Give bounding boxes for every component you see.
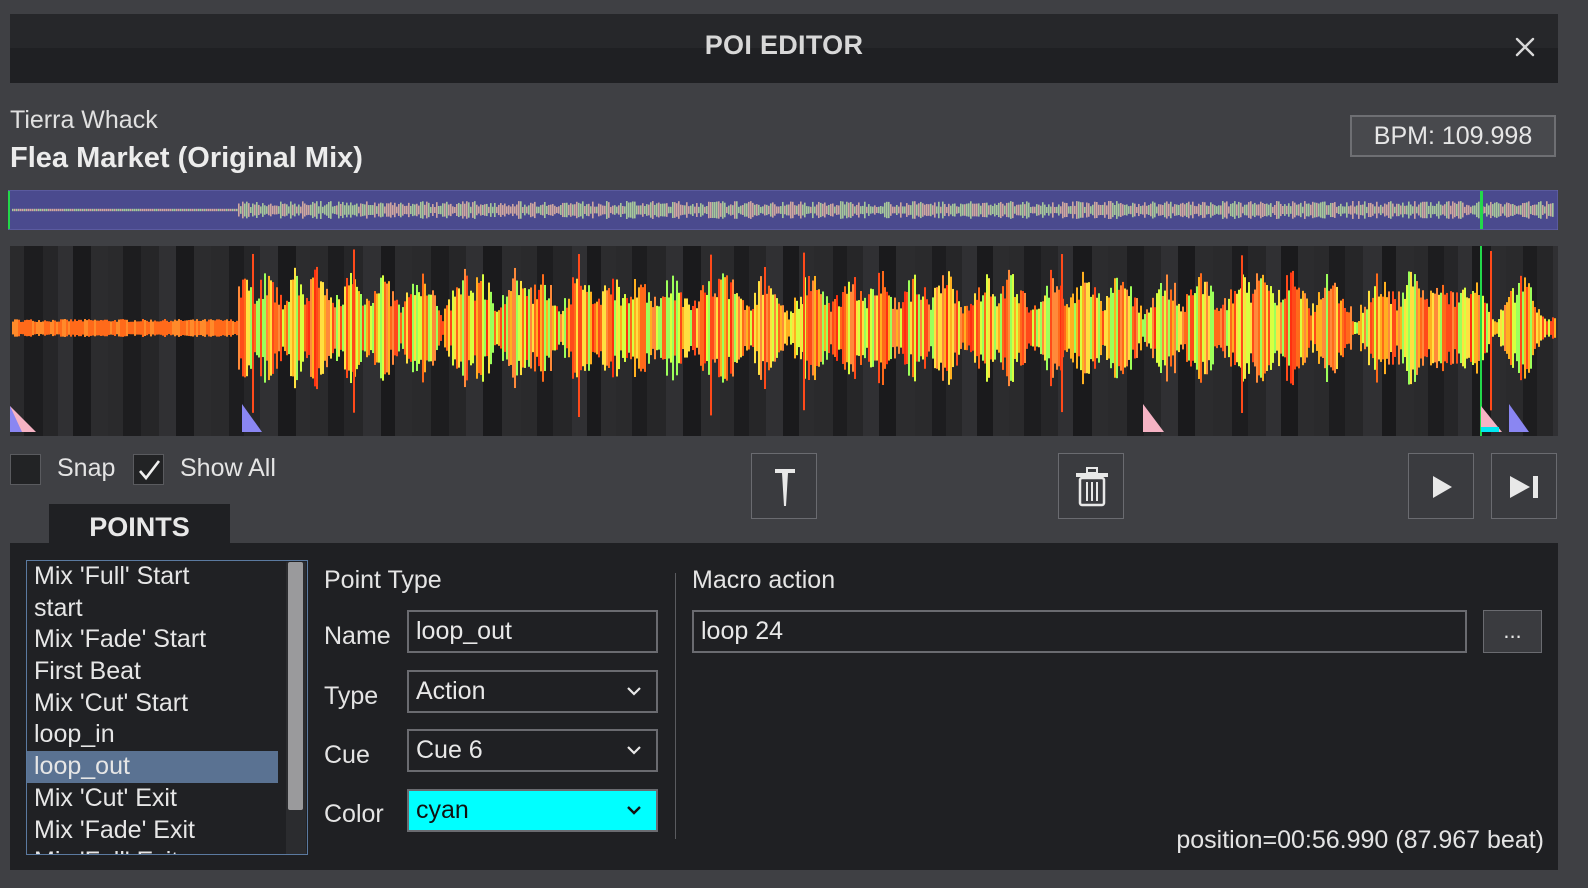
list-item[interactable]: Mix 'Fade' Start bbox=[27, 624, 278, 656]
list-item[interactable]: Mix 'Fade' Exit bbox=[27, 815, 278, 847]
type-select-value: Action bbox=[416, 677, 486, 705]
type-select[interactable]: Action bbox=[407, 670, 658, 713]
cue-select-value: Cue 6 bbox=[416, 736, 483, 764]
list-item[interactable]: Mix 'Cut' Exit bbox=[27, 783, 278, 815]
track-title: Flea Market (Original Mix) bbox=[10, 142, 363, 174]
points-list[interactable]: Mix 'Full' Start start Mix 'Fade' Start … bbox=[26, 560, 308, 855]
title-bar: POI EDITOR bbox=[10, 14, 1558, 83]
type-label: Type bbox=[324, 682, 379, 710]
macro-input[interactable]: loop 24 bbox=[692, 610, 1467, 653]
list-item[interactable]: loop_in bbox=[27, 719, 278, 751]
close-icon[interactable] bbox=[1510, 32, 1540, 62]
snap-label: Snap bbox=[57, 454, 116, 482]
play-icon bbox=[1433, 476, 1452, 498]
cue-select[interactable]: Cue 6 bbox=[407, 729, 658, 772]
list-item[interactable]: Mix 'Cut' Start bbox=[27, 688, 278, 720]
show-all-label: Show All bbox=[180, 454, 276, 482]
add-marker-button[interactable] bbox=[751, 453, 817, 519]
list-scrollbar[interactable] bbox=[286, 562, 306, 854]
name-input[interactable]: loop_out bbox=[407, 610, 658, 653]
name-label: Name bbox=[324, 622, 391, 650]
panel-divider bbox=[675, 573, 676, 839]
window-title: POI EDITOR bbox=[704, 30, 864, 60]
list-item[interactable]: First Beat bbox=[27, 656, 278, 688]
checkmark-icon bbox=[139, 460, 161, 481]
macro-browse-button[interactable]: ... bbox=[1483, 610, 1542, 653]
skip-next-button[interactable] bbox=[1491, 453, 1557, 519]
scrollbar-thumb[interactable] bbox=[288, 562, 303, 810]
color-select-value: cyan bbox=[416, 796, 469, 824]
position-status: position=00:56.990 (87.967 beat) bbox=[1176, 826, 1544, 854]
snap-checkbox[interactable] bbox=[10, 454, 41, 485]
list-item[interactable]: Mix 'Full' Exit bbox=[27, 846, 278, 854]
tab-points[interactable]: POINTS bbox=[49, 504, 230, 546]
point-type-heading: Point Type bbox=[324, 566, 442, 594]
chevron-down-icon bbox=[627, 687, 641, 696]
show-all-checkbox[interactable] bbox=[133, 454, 164, 485]
main-waveform[interactable] bbox=[10, 246, 1558, 436]
list-item-selected[interactable]: loop_out bbox=[27, 751, 278, 783]
delete-button[interactable] bbox=[1058, 453, 1124, 519]
bpm-display: BPM: 109.998 bbox=[1350, 115, 1556, 157]
overview-waveform[interactable] bbox=[8, 190, 1558, 230]
cue-label: Cue bbox=[324, 741, 370, 769]
list-item[interactable]: Mix 'Full' Start bbox=[27, 561, 278, 593]
color-label: Color bbox=[324, 800, 384, 828]
track-artist: Tierra Whack bbox=[10, 106, 158, 134]
list-item[interactable]: start bbox=[27, 593, 278, 625]
marker-pin-icon bbox=[775, 469, 795, 506]
color-select[interactable]: cyan bbox=[407, 789, 658, 832]
play-button[interactable] bbox=[1408, 453, 1474, 519]
chevron-down-icon bbox=[627, 806, 641, 815]
trash-icon bbox=[1076, 467, 1108, 507]
chevron-down-icon bbox=[627, 746, 641, 755]
skip-next-icon bbox=[1510, 476, 1538, 498]
macro-heading: Macro action bbox=[692, 566, 836, 594]
